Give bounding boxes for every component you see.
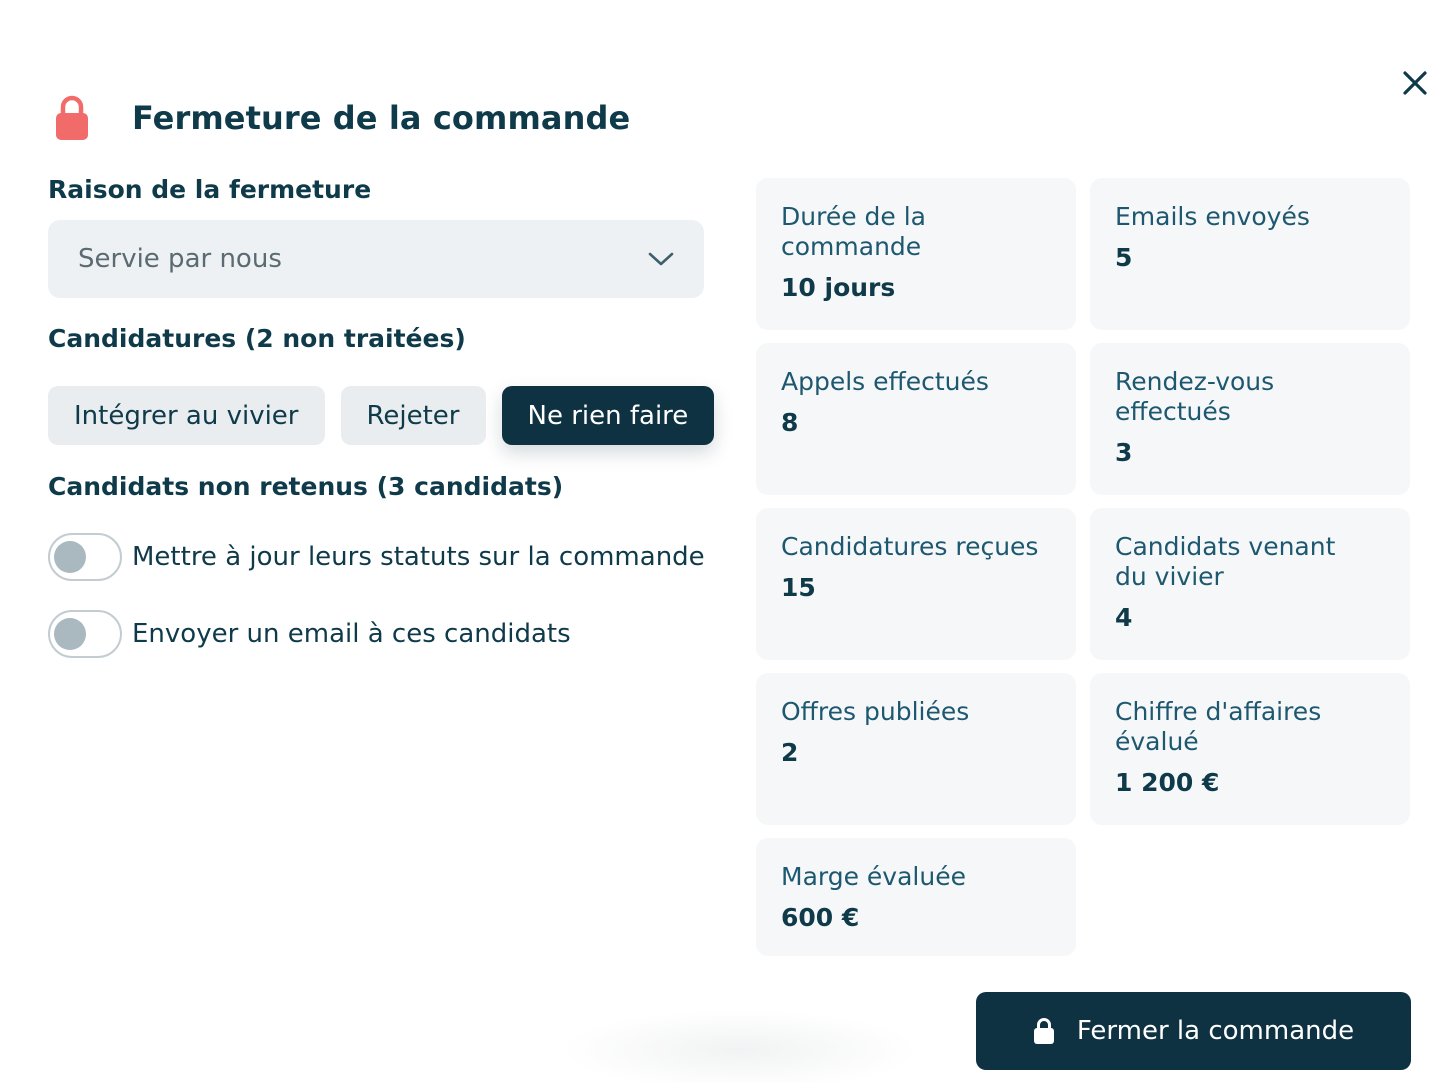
close-order-button[interactable]: Fermer la commande [976,992,1411,1070]
chevron-down-icon [648,252,674,266]
stat-value: 3 [1115,438,1133,467]
reject-button[interactable]: Rejeter [340,386,486,445]
stat-label: Emails envoyés [1115,202,1310,231]
send-email-toggle-row: Envoyer un email à ces candidats [48,610,571,658]
stat-label: Offres publiées [781,697,970,726]
stat-value: 1 200 € [1115,768,1220,797]
toggle-knob [54,618,86,650]
stat-value: 2 [781,738,799,767]
applications-action-group: Intégrer au vivier Rejeter Ne rien faire [48,386,715,445]
close-order-label: Fermer la commande [1076,1016,1355,1046]
stat-card-margin: Marge évaluée 600 € [756,838,1076,956]
stat-card-pool-candidates: Candidats venant du vivier 4 [1090,508,1410,660]
reason-select[interactable]: Servie par nous [48,220,704,298]
stat-value: 10 jours [781,273,896,302]
stat-value: 5 [1115,243,1133,272]
stat-label: Candidatures reçues [781,532,1039,561]
stat-label: Durée de la commande [781,202,926,261]
do-nothing-button[interactable]: Ne rien faire [501,386,715,445]
stat-label: Marge évaluée [781,862,966,891]
stat-label: Rendez-vous effectués [1115,367,1275,426]
integrate-pool-button[interactable]: Intégrer au vivier [48,386,325,445]
stat-value: 4 [1115,603,1133,632]
stat-value: 8 [781,408,799,437]
stat-card-duration: Durée de la commande 10 jours [756,178,1076,330]
applications-label: Candidatures (2 non traitées) [48,324,466,353]
toggle-knob [54,541,86,573]
update-status-toggle-row: Mettre à jour leurs statuts sur la comma… [48,533,705,581]
stat-card-published-offers: Offres publiées 2 [756,673,1076,825]
stat-card-applications: Candidatures reçues 15 [756,508,1076,660]
close-order-modal: Fermeture de la commande Raison de la fe… [0,0,1451,1083]
modal-header: Fermeture de la commande [54,92,630,144]
close-button[interactable] [1396,64,1434,102]
stat-value: 15 [781,573,816,602]
stat-card-emails: Emails envoyés 5 [1090,178,1410,330]
stat-label: Appels effectués [781,367,989,396]
stat-card-revenue: Chiffre d'affaires évalué 1 200 € [1090,673,1410,825]
stat-label: Candidats venant du vivier [1115,532,1336,591]
reason-select-value: Servie par nous [78,244,282,274]
stat-card-meetings: Rendez-vous effectués 3 [1090,343,1410,495]
rejected-candidates-label: Candidats non retenus (3 candidats) [48,472,564,501]
order-stats-grid: Durée de la commande 10 jours Emails env… [756,178,1410,956]
reason-label: Raison de la fermeture [48,175,372,204]
close-icon [1403,71,1427,95]
update-status-toggle[interactable] [48,533,122,581]
lock-icon [56,95,88,140]
shadow-decoration [560,1010,920,1083]
lock-icon [1033,1018,1054,1044]
stat-value: 600 € [781,903,860,932]
modal-title: Fermeture de la commande [132,99,631,137]
stat-card-calls: Appels effectués 8 [756,343,1076,495]
update-status-label: Mettre à jour leurs statuts sur la comma… [132,542,705,572]
send-email-label: Envoyer un email à ces candidats [132,619,571,649]
stat-label: Chiffre d'affaires évalué [1115,697,1322,756]
send-email-toggle[interactable] [48,610,122,658]
